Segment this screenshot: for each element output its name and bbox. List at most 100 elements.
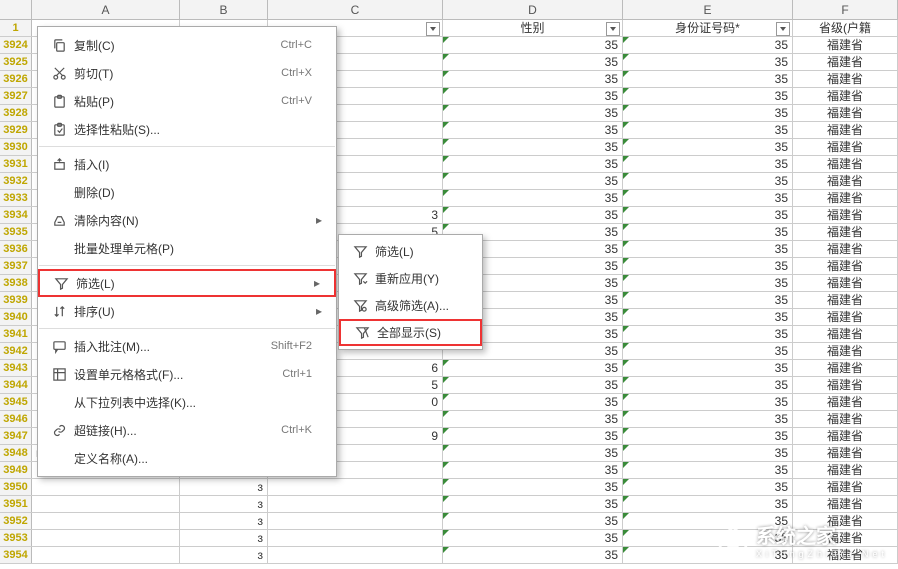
cell-E[interactable]: 35 bbox=[623, 343, 793, 359]
cell-C[interactable] bbox=[268, 547, 443, 563]
cell-D[interactable]: 35 bbox=[443, 88, 623, 104]
cell-E[interactable]: 35 bbox=[623, 173, 793, 189]
cell-E[interactable]: 35 bbox=[623, 513, 793, 529]
cell-E[interactable]: 35 bbox=[623, 309, 793, 325]
cell-E[interactable]: 35 bbox=[623, 207, 793, 223]
cell-D[interactable]: 35 bbox=[443, 37, 623, 53]
cell-F[interactable]: 福建省 bbox=[793, 292, 898, 308]
cell-F[interactable]: 福建省 bbox=[793, 122, 898, 138]
cell-B[interactable]: ɜ bbox=[180, 479, 268, 495]
rownum[interactable]: 3927 bbox=[0, 88, 32, 104]
cell-F[interactable]: 福建省 bbox=[793, 71, 898, 87]
cell-E[interactable]: 35 bbox=[623, 462, 793, 478]
rownum[interactable]: 3933 bbox=[0, 190, 32, 206]
cell-F[interactable]: 福建省 bbox=[793, 343, 898, 359]
rownum[interactable]: 3932 bbox=[0, 173, 32, 189]
cell-E[interactable]: 35 bbox=[623, 530, 793, 546]
select-all-corner[interactable] bbox=[0, 0, 32, 19]
cell-F[interactable]: 福建省 bbox=[793, 496, 898, 512]
menu-item[interactable]: 清除内容(N) ▸ bbox=[38, 206, 336, 234]
col-header-E[interactable]: E bbox=[623, 0, 793, 19]
filter-btn-C[interactable] bbox=[426, 22, 440, 36]
cell-D[interactable]: 35 bbox=[443, 54, 623, 70]
menu-item[interactable]: 定义名称(A)... bbox=[38, 444, 336, 472]
menu-item[interactable]: 粘贴(P) Ctrl+V bbox=[38, 87, 336, 115]
cell-F[interactable]: 福建省 bbox=[793, 241, 898, 257]
cell-E[interactable]: 35 bbox=[623, 122, 793, 138]
rownum[interactable]: 3941 bbox=[0, 326, 32, 342]
cell-F[interactable]: 福建省 bbox=[793, 88, 898, 104]
rownum[interactable]: 3930 bbox=[0, 139, 32, 155]
cell-E[interactable]: 35 bbox=[623, 445, 793, 461]
col-header-F[interactable]: F bbox=[793, 0, 898, 19]
menu-item[interactable]: 超链接(H)... Ctrl+K bbox=[38, 416, 336, 444]
cell-F[interactable]: 福建省 bbox=[793, 530, 898, 546]
rownum[interactable]: 3936 bbox=[0, 241, 32, 257]
cell-E[interactable]: 35 bbox=[623, 88, 793, 104]
rownum[interactable]: 3928 bbox=[0, 105, 32, 121]
cell-F[interactable]: 福建省 bbox=[793, 54, 898, 70]
cell-B[interactable]: ɜ bbox=[180, 513, 268, 529]
cell-F[interactable]: 福建省 bbox=[793, 156, 898, 172]
rownum[interactable]: 3953 bbox=[0, 530, 32, 546]
cell-A[interactable] bbox=[32, 530, 180, 546]
rownum[interactable]: 3925 bbox=[0, 54, 32, 70]
rownum[interactable]: 3945 bbox=[0, 394, 32, 410]
cell-D[interactable]: 35 bbox=[443, 71, 623, 87]
submenu-item[interactable]: 高级筛选(A)... bbox=[339, 292, 482, 319]
cell-D[interactable]: 35 bbox=[443, 530, 623, 546]
cell-D[interactable]: 35 bbox=[443, 173, 623, 189]
cell-D[interactable]: 35 bbox=[443, 479, 623, 495]
cell-D[interactable]: 35 bbox=[443, 428, 623, 444]
cell-D[interactable]: 35 bbox=[443, 377, 623, 393]
cell-E[interactable]: 35 bbox=[623, 37, 793, 53]
rownum[interactable]: 3939 bbox=[0, 292, 32, 308]
menu-item[interactable]: 筛选(L) ▸ bbox=[38, 269, 336, 297]
cell-header-F[interactable]: 省级(户籍 bbox=[793, 20, 898, 36]
menu-item[interactable]: 选择性粘贴(S)... bbox=[38, 115, 336, 143]
cell-D[interactable]: 35 bbox=[443, 207, 623, 223]
filter-btn-D[interactable] bbox=[606, 22, 620, 36]
rownum-1[interactable]: 1 bbox=[0, 20, 32, 36]
menu-item[interactable]: 排序(U) ▸ bbox=[38, 297, 336, 325]
rownum[interactable]: 3934 bbox=[0, 207, 32, 223]
cell-D[interactable]: 35 bbox=[443, 156, 623, 172]
cell-E[interactable]: 35 bbox=[623, 428, 793, 444]
cell-B[interactable]: ɜ bbox=[180, 530, 268, 546]
cell-F[interactable]: 福建省 bbox=[793, 411, 898, 427]
menu-item[interactable]: 删除(D) bbox=[38, 178, 336, 206]
cell-C[interactable] bbox=[268, 479, 443, 495]
filter-btn-E[interactable] bbox=[776, 22, 790, 36]
cell-E[interactable]: 35 bbox=[623, 411, 793, 427]
cell-F[interactable]: 福建省 bbox=[793, 207, 898, 223]
rownum[interactable]: 3937 bbox=[0, 258, 32, 274]
cell-E[interactable]: 35 bbox=[623, 139, 793, 155]
cell-A[interactable] bbox=[32, 513, 180, 529]
cell-F[interactable]: 福建省 bbox=[793, 105, 898, 121]
cell-C[interactable] bbox=[268, 513, 443, 529]
cell-F[interactable]: 福建省 bbox=[793, 275, 898, 291]
col-header-A[interactable]: A bbox=[32, 0, 180, 19]
cell-E[interactable]: 35 bbox=[623, 377, 793, 393]
rownum[interactable]: 3926 bbox=[0, 71, 32, 87]
cell-F[interactable]: 福建省 bbox=[793, 462, 898, 478]
cell-E[interactable]: 35 bbox=[623, 292, 793, 308]
cell-D[interactable]: 35 bbox=[443, 411, 623, 427]
cell-A[interactable] bbox=[32, 479, 180, 495]
submenu-item[interactable]: 筛选(L) bbox=[339, 238, 482, 265]
cell-E[interactable]: 35 bbox=[623, 326, 793, 342]
cell-E[interactable]: 35 bbox=[623, 156, 793, 172]
cell-F[interactable]: 福建省 bbox=[793, 445, 898, 461]
rownum[interactable]: 3940 bbox=[0, 309, 32, 325]
cell-header-D[interactable]: 性别 bbox=[443, 20, 623, 36]
cell-D[interactable]: 35 bbox=[443, 445, 623, 461]
cell-D[interactable]: 35 bbox=[443, 190, 623, 206]
cell-F[interactable]: 福建省 bbox=[793, 173, 898, 189]
cell-D[interactable]: 35 bbox=[443, 105, 623, 121]
cell-D[interactable]: 35 bbox=[443, 462, 623, 478]
cell-F[interactable]: 福建省 bbox=[793, 258, 898, 274]
cell-E[interactable]: 35 bbox=[623, 547, 793, 563]
col-header-D[interactable]: D bbox=[443, 0, 623, 19]
menu-item[interactable]: 剪切(T) Ctrl+X bbox=[38, 59, 336, 87]
cell-F[interactable]: 福建省 bbox=[793, 139, 898, 155]
